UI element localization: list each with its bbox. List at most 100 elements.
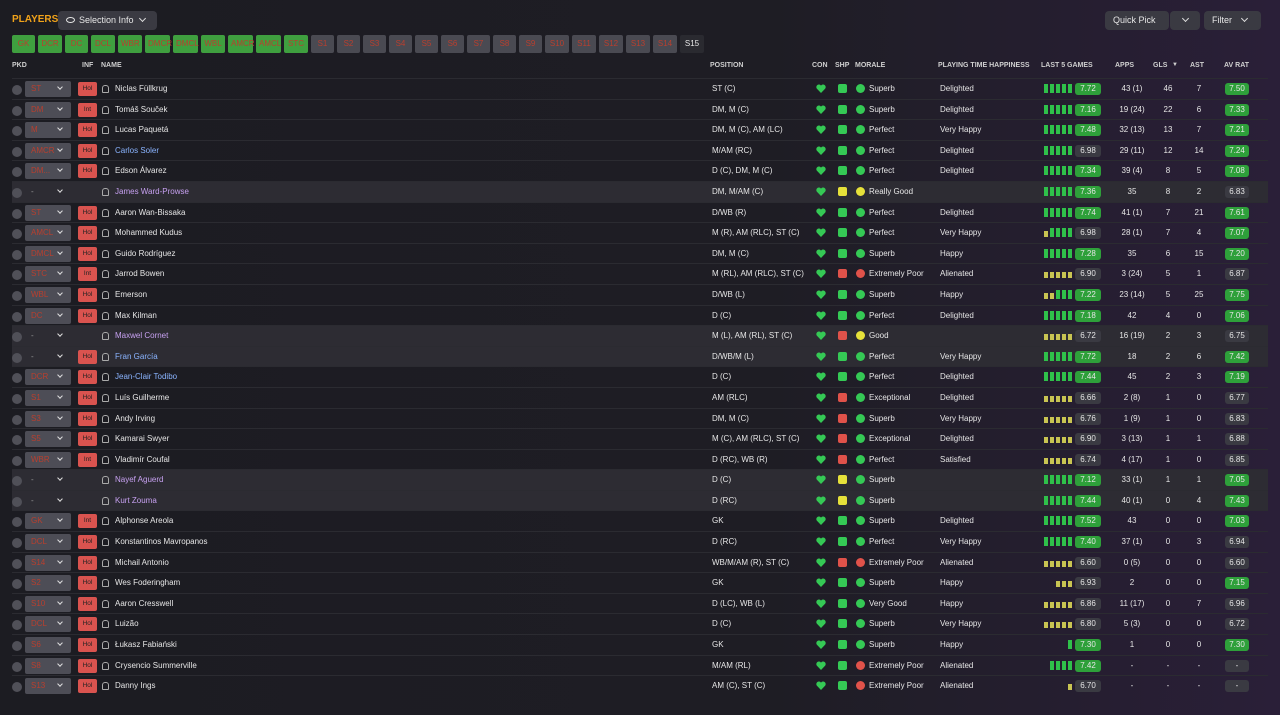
picked-position-select[interactable]: S2 [25,575,71,592]
picked-position-select[interactable]: DM [25,101,71,118]
position-tab-s7[interactable]: S7 [467,35,490,53]
picked-position-select[interactable]: S1 [25,389,71,406]
picked-position-select[interactable]: AMCL [25,225,71,242]
position-tab-s2[interactable]: S2 [337,35,360,53]
position-tab-dc[interactable]: DC [65,35,88,53]
picked-position-select[interactable]: S8 [25,657,71,674]
player-name[interactable]: Maxwel Cornet [115,331,168,340]
player-name[interactable]: Aaron Cresswell [115,599,173,608]
player-name[interactable]: Aaron Wan-Bissaka [115,208,185,217]
table-row[interactable]: DM Int Tomáš Souček DM, M (C) Superb Delighte… [12,98,1268,120]
picked-position-select[interactable]: S13 [25,678,71,695]
position-tab-s3[interactable]: S3 [363,35,386,53]
pick-indicator[interactable] [12,476,22,487]
player-name[interactable]: Luizão [115,619,139,628]
position-tab-s9[interactable]: S9 [519,35,542,53]
player-name[interactable]: Guido Rodríguez [115,249,175,258]
pick-indicator[interactable] [12,558,22,569]
table-row[interactable]: S13 Hol Danny Ings AM (C), ST (C) Extremely … [12,675,1268,696]
pick-indicator[interactable] [12,352,22,363]
col-ast[interactable]: AST [1190,62,1204,69]
table-row[interactable]: S8 Hol Crysencio Summerville M/AM (RL) Extre… [12,654,1268,676]
table-row[interactable]: S3 Hol Andy Irving DM, M (C) Superb Very Happ… [12,407,1268,429]
col-inf[interactable]: INF [82,62,93,69]
position-tab-dmcl[interactable]: DMCL [173,35,199,53]
position-tab-s11[interactable]: S11 [572,35,596,53]
table-row[interactable]: - Hol Fran García D/WB/M (L) Perfect Very Hap… [12,345,1268,367]
quick-pick-dropdown-button[interactable] [1170,11,1200,30]
player-name[interactable]: Niclas Füllkrug [115,84,167,93]
picked-position-select[interactable]: AMCR [25,142,71,159]
position-tab-s5[interactable]: S5 [415,35,438,53]
pick-indicator[interactable] [12,661,22,672]
position-tab-s1[interactable]: S1 [311,35,334,53]
table-row[interactable]: GK Int Alphonse Areola GK Superb Delighted 7.5… [12,510,1268,531]
pick-indicator[interactable] [12,229,22,240]
player-name[interactable]: Kurt Zouma [115,496,157,505]
position-tab-s10[interactable]: S10 [545,35,569,53]
player-name[interactable]: Andy Irving [115,414,155,423]
table-row[interactable]: ST Hol Niclas Füllkrug ST (C) Superb Delighte… [12,78,1268,99]
table-row[interactable]: DCR Hol Jean-Clair Todibo D (C) Perfect Delig… [12,366,1268,387]
table-row[interactable]: AMCR Hol Carlos Soler M/AM (RC) Perfect Delig… [12,139,1268,161]
filter-button[interactable]: Filter [1204,11,1261,30]
table-row[interactable]: M Hol Lucas Paquetá DM, M (C), AM (LC) Perfe… [12,119,1268,140]
position-tab-s15[interactable]: S15 [680,35,704,53]
picked-position-select[interactable]: GK [25,513,71,530]
pick-indicator[interactable] [12,517,22,528]
position-tab-stc[interactable]: STC [284,35,308,53]
position-tab-s6[interactable]: S6 [441,35,464,53]
pick-indicator[interactable] [12,579,22,590]
player-name[interactable]: Carlos Soler [115,146,159,155]
pick-indicator[interactable] [12,682,22,693]
table-row[interactable]: DM... Hol Edson Álvarez D (C), DM, M (C) Per… [12,160,1268,181]
col-position[interactable]: POSITION [710,62,743,69]
table-row[interactable]: - Maxwel Cornet M (L), AM (RL), ST (C) Good… [12,325,1268,346]
table-row[interactable]: - James Ward-Prowse DM, M/AM (C) Really Goo… [12,180,1268,202]
picked-position-select[interactable]: S5 [25,431,71,448]
position-tab-amcl[interactable]: AMCL [256,35,281,53]
selection-info-button[interactable]: Selection Info [58,11,157,30]
pick-indicator[interactable] [12,167,22,178]
picked-position-select[interactable]: - [25,184,71,200]
pick-indicator[interactable] [12,208,22,219]
picked-position-select[interactable]: DM... [25,163,71,180]
picked-position-select[interactable]: M [25,122,71,139]
col-gls[interactable]: GLS [1153,62,1167,69]
picked-position-select[interactable]: DCR [25,369,71,386]
picked-position-select[interactable]: DMCL [25,245,71,262]
table-row[interactable]: S2 Hol Wes Foderingham GK Superb Happy 6.93 2 0 0… [12,572,1268,593]
picked-position-select[interactable]: WBL [25,286,71,303]
player-name[interactable]: Wes Foderingham [115,578,180,587]
picked-position-select[interactable]: S6 [25,637,71,654]
picked-position-select[interactable]: S3 [25,410,71,427]
col-con[interactable]: CON [812,62,828,69]
player-name[interactable]: Max Kilman [115,311,157,320]
pick-indicator[interactable] [12,393,22,404]
picked-position-select[interactable]: DCL [25,534,71,551]
player-name[interactable]: Alphonse Areola [115,516,173,525]
player-name[interactable]: James Ward-Prowse [115,187,189,196]
pick-indicator[interactable] [12,146,22,157]
player-name[interactable]: Edson Álvarez [115,166,167,175]
col-apps[interactable]: APPS [1115,62,1134,69]
pick-indicator[interactable] [12,187,22,198]
position-tab-s4[interactable]: S4 [389,35,412,53]
pick-indicator[interactable] [12,455,22,466]
player-name[interactable]: Mohammed Kudus [115,228,182,237]
position-tab-s14[interactable]: S14 [653,35,677,53]
picked-position-select[interactable]: ST [25,81,71,97]
table-row[interactable]: - Kurt Zouma D (RC) Superb 7.44 40 (1) 0 4 7.43 [12,489,1268,511]
player-name[interactable]: Lucas Paquetá [115,125,168,134]
table-row[interactable]: - Nayef Aguerd D (C) Superb 7.12 33 (1) 1 1 7.05 [12,469,1268,490]
position-tab-s12[interactable]: S12 [599,35,623,53]
player-name[interactable]: Fran García [115,352,158,361]
pick-indicator[interactable] [12,332,22,343]
col-name[interactable]: NAME [101,62,122,69]
table-row[interactable]: S14 Hol Michail Antonio WB/M/AM (R), ST (C)… [12,551,1268,573]
picked-position-select[interactable]: - [25,493,71,509]
position-tab-dcr[interactable]: DCR [38,35,62,53]
table-row[interactable]: DCL Hol Luizão D (C) Superb Very Happy 6.80 5 (… [12,613,1268,634]
table-row[interactable]: DC Hol Max Kilman D (C) Perfect Delighted 7.18… [12,304,1268,326]
table-row[interactable]: STC Int Jarrod Bowen M (RL), AM (RLC), ST (… [12,263,1268,284]
